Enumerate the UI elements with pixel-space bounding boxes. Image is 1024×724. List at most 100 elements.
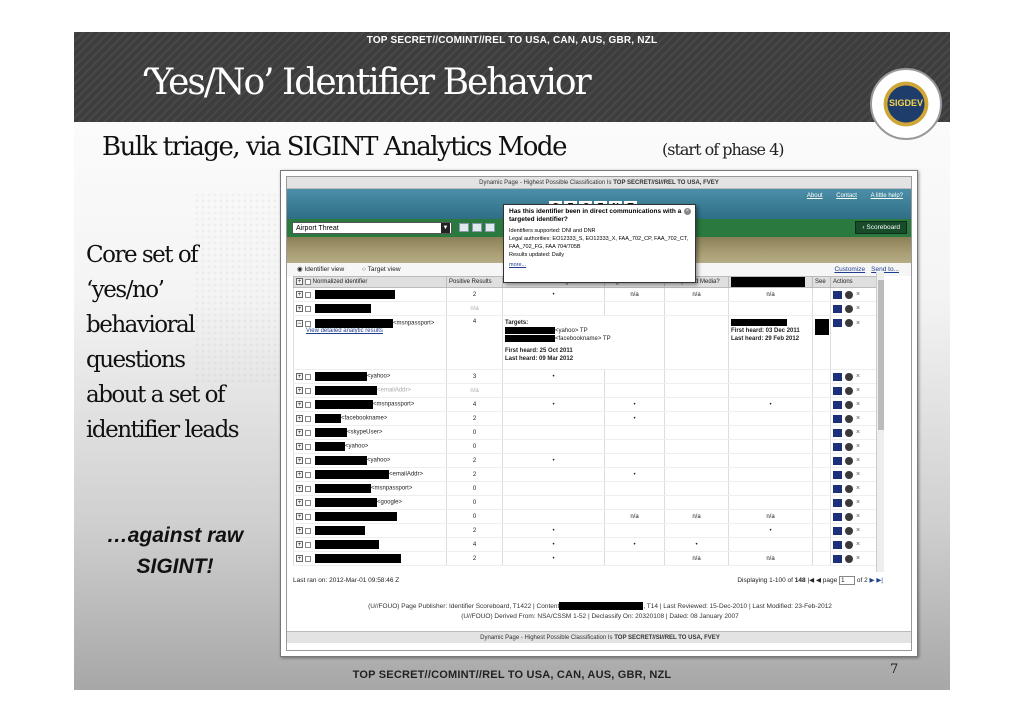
table-row[interactable]: +4 • • • × [293, 537, 884, 552]
select-all-checkbox[interactable] [305, 278, 311, 285]
table-row[interactable]: +0 n/a n/a n/a × [293, 509, 884, 524]
delete-icon[interactable]: × [856, 499, 860, 506]
table-row[interactable]: +2 • n/a n/a n/a × [293, 287, 884, 302]
expand-icon[interactable]: + [296, 513, 303, 520]
row-checkbox[interactable] [305, 499, 311, 506]
speaker-icon[interactable] [845, 498, 853, 507]
expand-icon[interactable]: + [296, 429, 303, 436]
table-row[interactable]: + <skypeUser> 0 × [293, 425, 884, 440]
delete-icon[interactable]: × [856, 373, 860, 380]
scroll-thumb[interactable] [878, 280, 884, 430]
export-icon[interactable] [485, 223, 495, 232]
speaker-icon[interactable] [845, 512, 853, 521]
delete-icon[interactable]: × [856, 429, 860, 436]
customize-link[interactable]: Customize [834, 266, 865, 273]
col-positive[interactable]: Positive Results [446, 276, 503, 288]
expand-icon[interactable]: + [296, 401, 303, 408]
row-checkbox[interactable] [305, 527, 311, 534]
table-scrollbar[interactable] [876, 272, 884, 572]
details-icon[interactable] [833, 540, 842, 549]
chevron-down-icon[interactable]: ▼ [441, 223, 450, 233]
contact-link[interactable]: Contact [836, 193, 857, 199]
page-input[interactable]: 1 [839, 575, 856, 585]
expand-icon[interactable]: + [296, 305, 303, 312]
delete-icon[interactable]: × [856, 513, 860, 520]
first-page-icon[interactable]: |◀ [807, 577, 814, 584]
table-row[interactable]: + n/a × [293, 301, 884, 316]
table-row[interactable]: + <yahoo> 0 × [293, 439, 884, 454]
details-icon[interactable] [833, 456, 842, 465]
view-details-link[interactable]: View detailed analytic results [306, 328, 383, 334]
expand-icon[interactable]: + [296, 373, 303, 380]
details-icon[interactable] [833, 498, 842, 507]
row-checkbox[interactable] [305, 457, 311, 464]
table-row[interactable]: + <facebookname> 2 • × [293, 411, 884, 426]
details-icon[interactable] [833, 512, 842, 521]
table-row[interactable]: − <msnpassport> View detailed analytic res… [293, 315, 884, 370]
row-checkbox[interactable] [305, 320, 311, 327]
row-checkbox[interactable] [305, 471, 311, 478]
expand-icon[interactable]: + [296, 415, 303, 422]
speaker-icon[interactable] [845, 372, 853, 381]
details-icon[interactable] [833, 319, 842, 327]
about-link[interactable]: About [807, 193, 823, 199]
expand-all-icon[interactable]: + [296, 278, 303, 286]
next-page-icon[interactable]: ▶ [870, 577, 875, 584]
row-checkbox[interactable] [305, 555, 311, 562]
delete-icon[interactable]: × [856, 291, 860, 298]
row-checkbox[interactable] [305, 415, 311, 422]
table-row[interactable]: + <yahoo> 3 • × [293, 369, 884, 384]
table-row[interactable]: + <google> 0 × [293, 495, 884, 510]
speaker-icon[interactable] [845, 428, 853, 437]
details-icon[interactable] [833, 484, 842, 493]
table-row[interactable]: +2 • n/a n/a × [293, 551, 884, 566]
row-checkbox[interactable] [305, 401, 311, 408]
expand-icon[interactable]: + [296, 485, 303, 492]
target-view-radio[interactable]: ○ Target view [362, 266, 409, 273]
expand-icon[interactable]: + [296, 499, 303, 506]
details-icon[interactable] [833, 526, 842, 535]
speaker-icon[interactable] [845, 484, 853, 493]
delete-icon[interactable]: × [856, 471, 860, 478]
expand-icon[interactable]: + [296, 387, 303, 394]
speaker-icon[interactable] [845, 414, 853, 423]
close-icon[interactable]: × [684, 208, 691, 215]
row-checkbox[interactable] [305, 291, 311, 298]
col-redacted[interactable] [728, 276, 813, 288]
identifier-view-radio[interactable]: ◉ Identifier view [297, 266, 352, 273]
delete-icon[interactable]: × [856, 320, 860, 327]
speaker-icon[interactable] [845, 526, 853, 535]
delete-icon[interactable]: × [856, 457, 860, 464]
scoreboard-button[interactable]: ‹ Scoreboard [855, 221, 907, 234]
delete-icon[interactable]: × [856, 485, 860, 492]
delete-icon[interactable]: × [856, 541, 860, 548]
speaker-icon[interactable] [845, 319, 853, 327]
speaker-icon[interactable] [845, 400, 853, 409]
speaker-icon[interactable] [845, 540, 853, 549]
table-icon[interactable] [472, 223, 482, 232]
prev-page-icon[interactable]: ◀ [816, 577, 821, 584]
delete-icon[interactable]: × [856, 443, 860, 450]
delete-icon[interactable]: × [856, 527, 860, 534]
details-icon[interactable] [833, 304, 842, 313]
table-row[interactable]: + <msnpassport> 0 × [293, 481, 884, 496]
row-checkbox[interactable] [305, 443, 311, 450]
details-icon[interactable] [833, 470, 842, 479]
speaker-icon[interactable] [845, 386, 853, 395]
row-checkbox[interactable] [305, 373, 311, 380]
expand-icon[interactable]: + [296, 457, 303, 464]
expand-icon[interactable]: + [296, 555, 303, 562]
delete-icon[interactable]: × [856, 401, 860, 408]
help-link[interactable]: A little help? [871, 193, 903, 199]
details-icon[interactable] [833, 428, 842, 437]
details-icon[interactable] [833, 386, 842, 395]
row-checkbox[interactable] [305, 305, 311, 312]
delete-icon[interactable]: × [856, 305, 860, 312]
collapse-icon[interactable]: − [296, 320, 303, 327]
delete-icon[interactable]: × [856, 415, 860, 422]
speaker-icon[interactable] [845, 442, 853, 451]
table-row[interactable]: + <msnpassport> 4 • • • × [293, 397, 884, 412]
delete-icon[interactable]: × [856, 387, 860, 394]
delete-icon[interactable]: × [856, 555, 860, 562]
details-icon[interactable] [833, 554, 842, 563]
